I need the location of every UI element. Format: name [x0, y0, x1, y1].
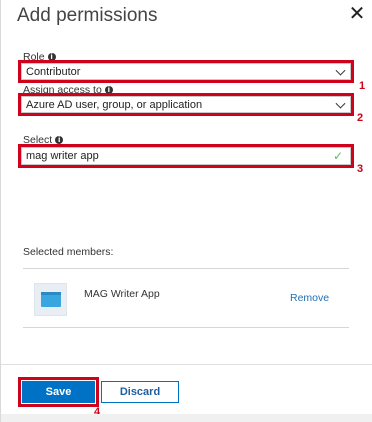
- select-input-value: mag writer app: [26, 150, 99, 162]
- assign-access-label-group: Assign access to i: [23, 84, 113, 96]
- discard-button[interactable]: Discard: [101, 381, 179, 403]
- info-icon[interactable]: i: [47, 53, 56, 61]
- add-permissions-panel: Add permissions ✕ Role i Contributor 1 A…: [0, 0, 372, 422]
- step-number-3: 3: [357, 163, 364, 175]
- panel-title: Add permissions: [17, 5, 158, 26]
- divider: [23, 268, 349, 269]
- step-number-2: 2: [357, 112, 364, 124]
- member-name: MAG Writer App: [84, 288, 160, 300]
- info-icon[interactable]: i: [55, 136, 64, 144]
- checkmark-icon: ✓: [332, 149, 343, 163]
- close-icon[interactable]: ✕: [347, 3, 367, 25]
- bottom-strip: [1, 414, 372, 422]
- save-button[interactable]: Save: [22, 381, 95, 403]
- assign-access-label: Assign access to: [23, 84, 102, 96]
- step-number-1: 1: [359, 80, 366, 92]
- selected-members-label: Selected members:: [23, 246, 114, 258]
- divider: [23, 327, 349, 328]
- remove-link[interactable]: Remove: [290, 292, 329, 304]
- select-search-input[interactable]: mag writer app ✓: [21, 147, 351, 165]
- role-value: Contributor: [26, 65, 81, 78]
- role-dropdown[interactable]: Contributor: [21, 63, 351, 80]
- footer-divider: [1, 364, 372, 365]
- app-icon: [34, 283, 67, 316]
- assign-access-value: Azure AD user, group, or application: [26, 98, 203, 111]
- assign-access-dropdown[interactable]: Azure AD user, group, or application: [21, 96, 351, 113]
- role-label: Role: [23, 51, 45, 63]
- role-label-group: Role i: [23, 51, 56, 63]
- select-label: Select: [23, 134, 53, 146]
- info-icon[interactable]: i: [104, 86, 113, 94]
- chevron-down-icon: [335, 98, 346, 109]
- select-label-group: Select i: [23, 134, 64, 146]
- chevron-down-icon: [335, 65, 346, 76]
